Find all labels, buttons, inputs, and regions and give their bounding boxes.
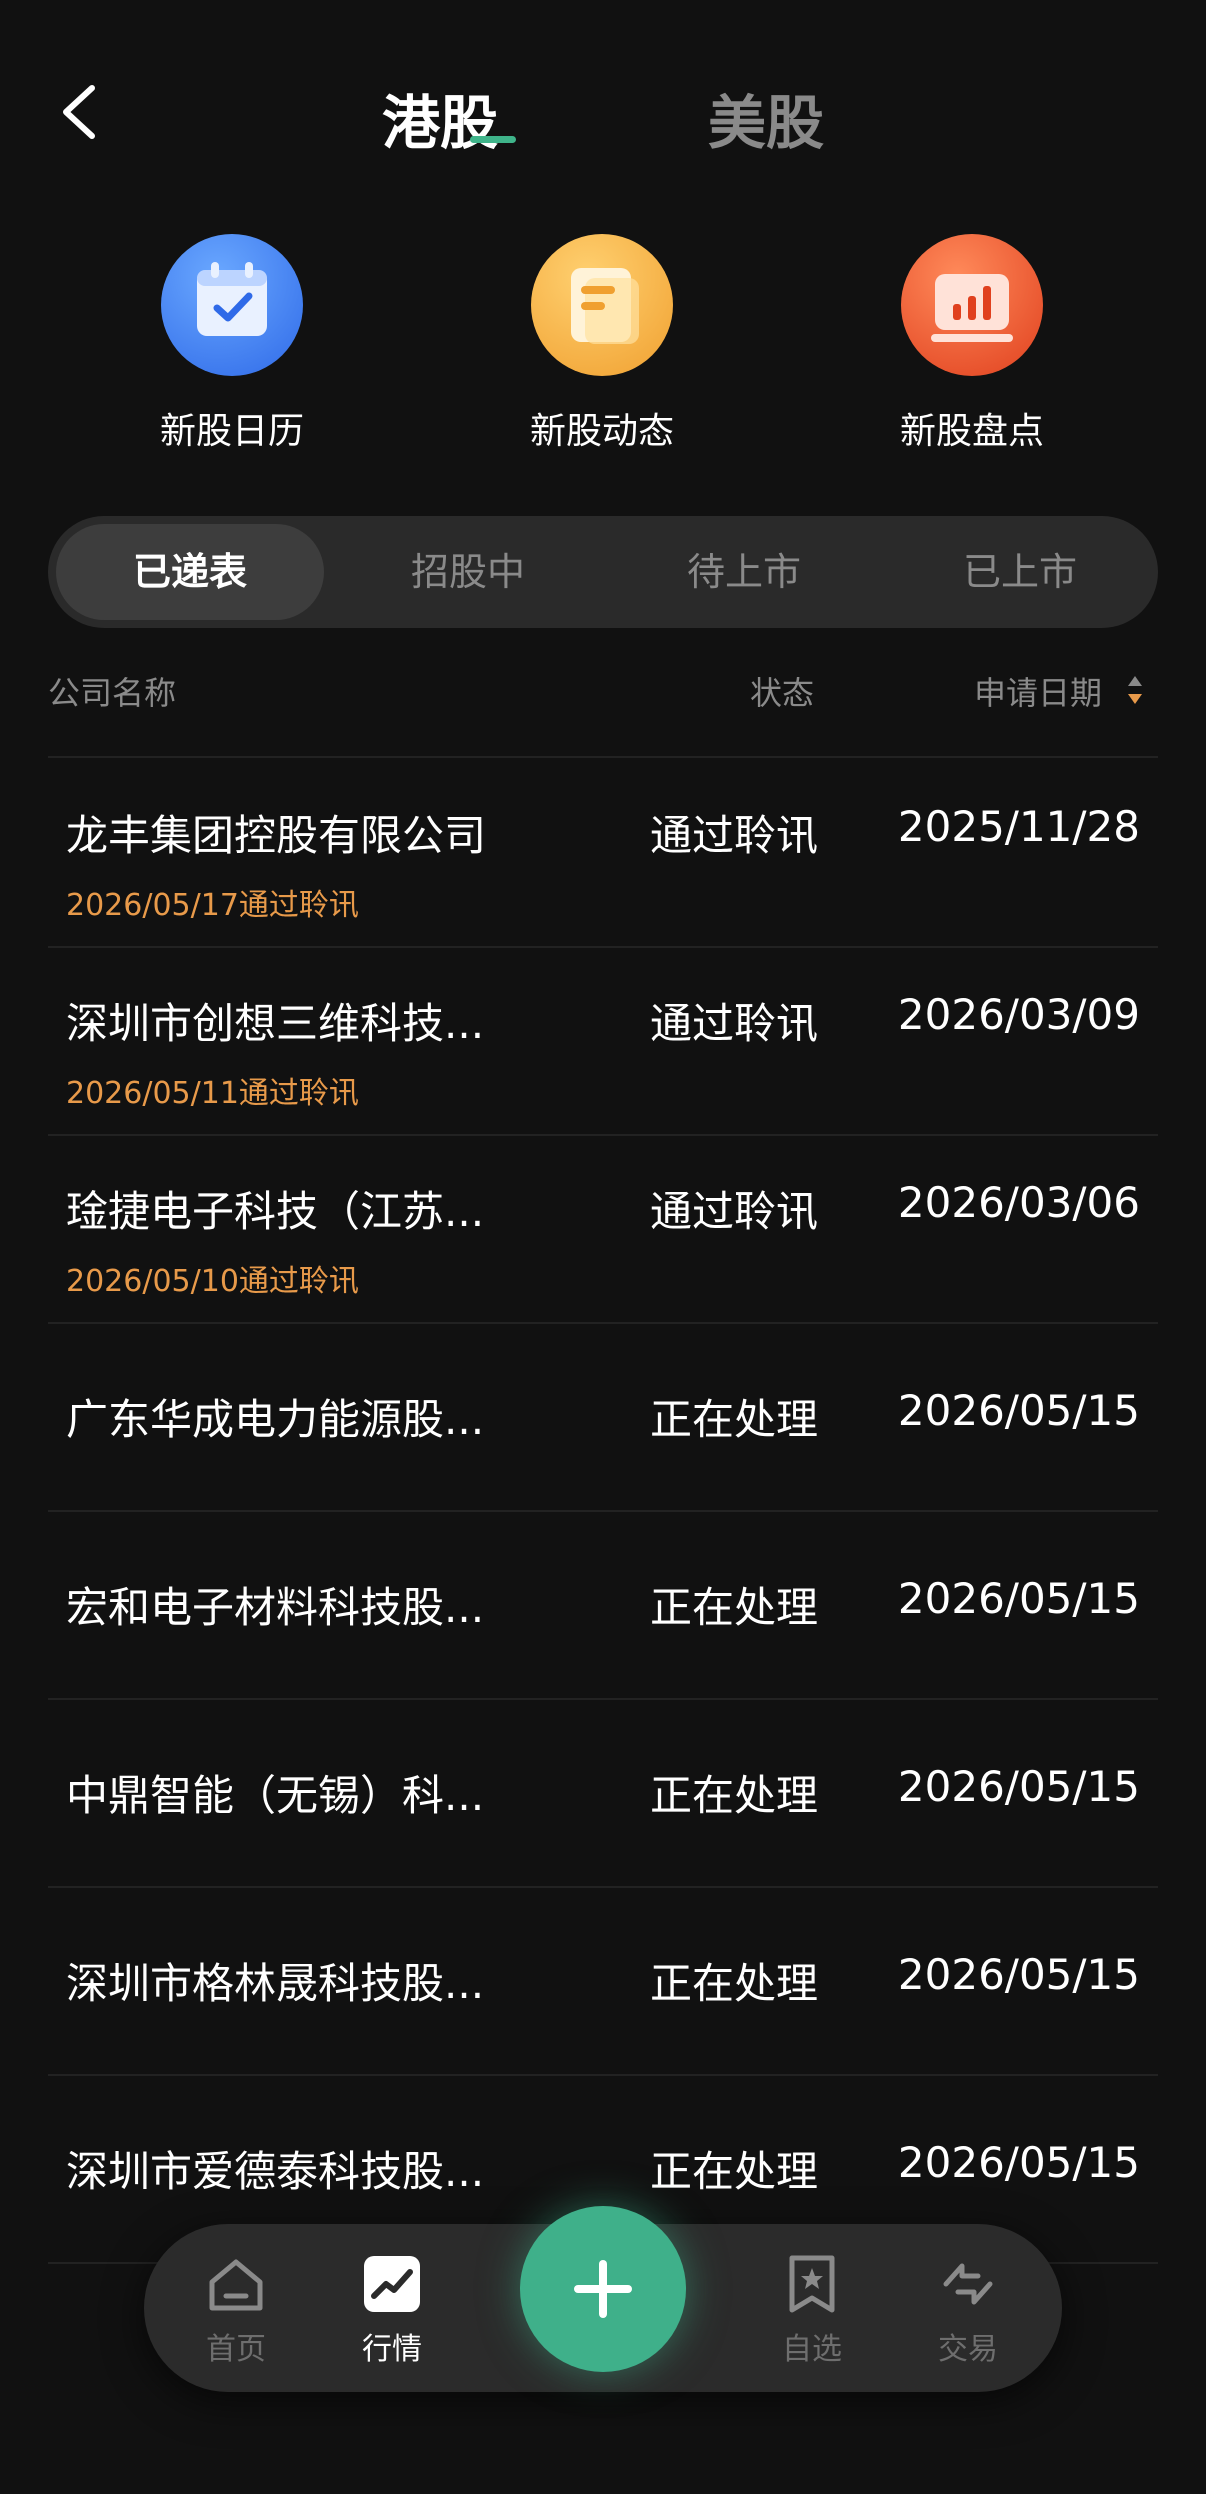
status-text: 通过聆讯 bbox=[650, 811, 819, 860]
filing-date: 2026/05/15 bbox=[897, 1950, 1140, 1999]
company-name: 深圳市格林晟科技股... bbox=[66, 1959, 485, 2008]
company-name: 广东华成电力能源股... bbox=[66, 1395, 485, 1444]
status-text: 正在处理 bbox=[650, 1959, 819, 2008]
nav-trade[interactable]: 交易 bbox=[908, 2252, 1028, 2368]
shortcut-label: 新股日历 bbox=[159, 411, 304, 452]
filing-date: 2026/03/09 bbox=[897, 990, 1140, 1039]
shortcut-ipo-news[interactable]: 新股动态 bbox=[492, 234, 712, 454]
segment-pending-listing[interactable]: 待上市 bbox=[614, 524, 874, 620]
filing-date: 2026/03/06 bbox=[897, 1178, 1140, 1227]
status-text: 通过聆讯 bbox=[650, 1187, 819, 1236]
ipo-row[interactable]: 深圳市格林晟科技股... 正在处理 2026/05/15 bbox=[0, 1886, 1206, 2074]
status-text: 正在处理 bbox=[650, 1771, 819, 1820]
nav-label: 行情 bbox=[362, 2332, 422, 2367]
add-button[interactable] bbox=[520, 2206, 686, 2372]
document-icon bbox=[531, 234, 673, 376]
shortcut-ipo-calendar[interactable]: 新股日历 bbox=[122, 234, 342, 454]
sort-arrows-icon[interactable] bbox=[1126, 672, 1144, 708]
top-bar: 港股 美股 bbox=[0, 0, 1206, 230]
company-name: 琻捷电子科技（江苏... bbox=[66, 1187, 485, 1236]
filing-date: 2026/05/15 bbox=[897, 1386, 1140, 1435]
bar-chart-icon bbox=[901, 234, 1043, 376]
back-arrow-icon[interactable] bbox=[52, 82, 112, 142]
company-name: 宏和电子材料科技股... bbox=[66, 1583, 485, 1632]
nav-market[interactable]: 行情 bbox=[332, 2252, 452, 2368]
swap-arrows-icon bbox=[943, 2263, 993, 2305]
market-chart-icon bbox=[364, 2256, 420, 2312]
status-text: 正在处理 bbox=[650, 2147, 819, 2196]
tab-us-stocks[interactable]: 美股 bbox=[708, 76, 824, 160]
nav-home[interactable]: 首页 bbox=[176, 2252, 296, 2368]
nav-label: 交易 bbox=[938, 2332, 998, 2367]
nav-watchlist[interactable]: 自选 bbox=[752, 2252, 872, 2368]
bookmark-star-icon bbox=[789, 2255, 835, 2313]
ipo-row[interactable]: 琻捷电子科技（江苏... 通过聆讯 2026/03/06 2026/05/10通过聆讯 bbox=[0, 1134, 1206, 1322]
company-name: 深圳市创想三维科技... bbox=[66, 999, 485, 1048]
hearing-note: 2026/05/10通过聆讯 bbox=[66, 1264, 359, 1299]
company-name: 龙丰集团控股有限公司 bbox=[66, 811, 487, 860]
plus-icon bbox=[574, 2260, 632, 2318]
filing-date: 2026/05/15 bbox=[897, 1762, 1140, 1811]
filing-date: 2026/05/15 bbox=[897, 2138, 1140, 2187]
company-name: 中鼎智能（无锡）科... bbox=[66, 1771, 485, 1820]
ipo-row[interactable]: 宏和电子材料科技股... 正在处理 2026/05/15 bbox=[0, 1510, 1206, 1698]
shortcut-label: 新股动态 bbox=[529, 411, 674, 452]
column-header-status: 状态 bbox=[750, 674, 815, 712]
shortcut-label: 新股盘点 bbox=[899, 411, 1044, 452]
nav-label: 自选 bbox=[782, 2332, 842, 2367]
column-header-date[interactable]: 申请日期 bbox=[974, 668, 1102, 714]
active-tab-indicator bbox=[470, 136, 516, 143]
segment-subscribing[interactable]: 招股中 bbox=[338, 524, 598, 620]
nav-label: 首页 bbox=[206, 2332, 266, 2367]
ipo-row[interactable]: 广东华成电力能源股... 正在处理 2026/05/15 bbox=[0, 1322, 1206, 1510]
home-icon bbox=[209, 2259, 263, 2311]
status-text: 正在处理 bbox=[650, 1395, 819, 1444]
filing-date: 2025/11/28 bbox=[897, 802, 1140, 851]
shortcut-ipo-review[interactable]: 新股盘点 bbox=[862, 234, 1082, 454]
tab-hk-stocks[interactable]: 港股 bbox=[382, 76, 498, 160]
segment-listed[interactable]: 已上市 bbox=[890, 524, 1150, 620]
calendar-check-icon bbox=[161, 234, 303, 376]
hearing-note: 2026/05/11通过聆讯 bbox=[66, 1076, 359, 1111]
status-text: 正在处理 bbox=[650, 1583, 819, 1632]
segment-filed[interactable]: 已递表 bbox=[56, 524, 324, 620]
status-segmented-control: 已递表 招股中 待上市 已上市 bbox=[48, 516, 1158, 628]
ipo-row[interactable]: 龙丰集团控股有限公司 通过聆讯 2025/11/28 2026/05/17通过聆讯 bbox=[0, 758, 1206, 946]
column-header-company: 公司名称 bbox=[48, 674, 177, 712]
filing-date: 2026/05/15 bbox=[897, 1574, 1140, 1623]
status-text: 通过聆讯 bbox=[650, 999, 819, 1048]
ipo-row[interactable]: 中鼎智能（无锡）科... 正在处理 2026/05/15 bbox=[0, 1698, 1206, 1886]
hearing-note: 2026/05/17通过聆讯 bbox=[66, 888, 359, 923]
ipo-row[interactable]: 深圳市创想三维科技... 通过聆讯 2026/03/09 2026/05/11通过聆讯 bbox=[0, 946, 1206, 1134]
company-name: 深圳市爱德泰科技股... bbox=[66, 2147, 485, 2196]
